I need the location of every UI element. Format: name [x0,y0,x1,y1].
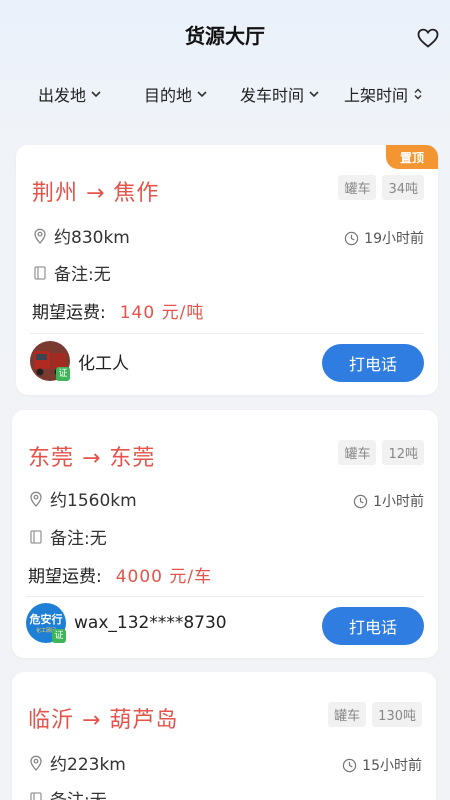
posted-time-value: 1小时前 [373,494,424,510]
price-label: 期望运费: [28,567,102,587]
avatar-brand-text: 危安行 [29,613,63,626]
call-button[interactable]: 打电话 [322,607,424,645]
tag-group: 罐车 130吨 [328,702,422,727]
verified-badge: 证 [56,367,70,381]
divider [30,333,424,334]
posted-time: 15小时前 [342,755,422,775]
note-text: 备注:无 [50,786,107,800]
note-text: 备注:无 [54,265,111,285]
clock-icon [342,758,357,772]
vehicle-type-tag: 罐车 [338,440,377,465]
posted-time: 19小时前 [344,228,424,248]
distance-value: 约830km [54,228,130,248]
pinned-badge: 置顶 [386,145,438,169]
filter-destination-label: 目的地 [144,86,193,105]
route-text: 荆州 → 焦作 [32,181,160,206]
note-row: 备注:无 [32,260,111,285]
filter-destination[interactable]: 目的地 [144,82,208,106]
distance-value: 约1560km [50,491,137,511]
posted-time: 1小时前 [353,491,424,511]
note-text: 备注:无 [50,529,107,549]
clock-icon [344,231,359,245]
page-title: 货源大厅 [185,24,265,48]
filter-listing-label: 上架时间 [344,86,409,105]
call-button[interactable]: 打电话 [322,344,424,382]
location-pin-icon [30,755,42,771]
sort-icon [414,88,422,100]
location-pin-icon [30,491,42,507]
weight-tag: 12吨 [382,440,424,465]
filter-departure-label: 发车时间 [240,86,305,105]
distance-row: 约1560km [28,486,137,511]
distance-row: 约830km [32,223,130,248]
filter-bar: 出发地 目的地 发车时间 上架时间 [0,78,450,114]
weight-tag: 34吨 [382,175,424,200]
distance-row: 约223km [28,750,126,775]
vehicle-type-tag: 罐车 [338,175,377,200]
distance-value: 约223km [50,755,126,775]
chevron-down-icon [309,91,319,98]
chevron-down-icon [91,91,101,98]
note-row: 备注:无 [28,524,107,549]
location-pin-icon [34,228,46,244]
price-label: 期望运费: [32,303,106,323]
filter-origin[interactable]: 出发地 [38,82,102,106]
price-value: 140 元/吨 [119,303,205,323]
divider [26,596,424,597]
user-name: 化工人 [78,354,129,374]
note-icon [34,265,46,280]
route-text: 临沂 → 葫芦岛 [28,708,179,733]
note-row: 备注:无 [28,786,107,800]
note-icon [30,791,42,800]
filter-listing-time[interactable]: 上架时间 [344,82,424,106]
filter-origin-label: 出发地 [38,86,87,105]
listing-card[interactable]: 东莞 → 东莞 罐车 12吨 约1560km 1小时前 备注:无 期望运费: 4… [12,410,438,658]
listing-card[interactable]: 置顶 荆州 → 焦作 罐车 34吨 约830km 19小时前 备注:无 期望运费… [16,145,438,395]
tag-group: 罐车 34吨 [338,175,424,200]
posted-time-value: 19小时前 [364,231,424,247]
clock-icon [353,494,368,508]
listing-card[interactable]: 临沂 → 葫芦岛 罐车 130吨 约223km 15小时前 备注:无 [12,672,436,800]
chevron-down-icon [197,91,207,98]
note-icon [30,529,42,544]
price-row: 期望运费: 4000 元/车 [28,562,212,587]
filter-departure-time[interactable]: 发车时间 [240,82,320,106]
price-value: 4000 元/车 [115,567,213,587]
tag-group: 罐车 12吨 [338,440,424,465]
verified-badge: 证 [52,629,66,643]
vehicle-type-tag: 罐车 [328,702,367,727]
user-name: wax_132****8730 [74,613,227,633]
weight-tag: 130吨 [372,702,422,727]
route-text: 东莞 → 东莞 [28,446,156,471]
price-row: 期望运费: 140 元/吨 [32,298,204,323]
app-header: 货源大厅 [0,0,450,70]
heart-icon[interactable] [416,26,440,50]
posted-time-value: 15小时前 [362,758,422,774]
